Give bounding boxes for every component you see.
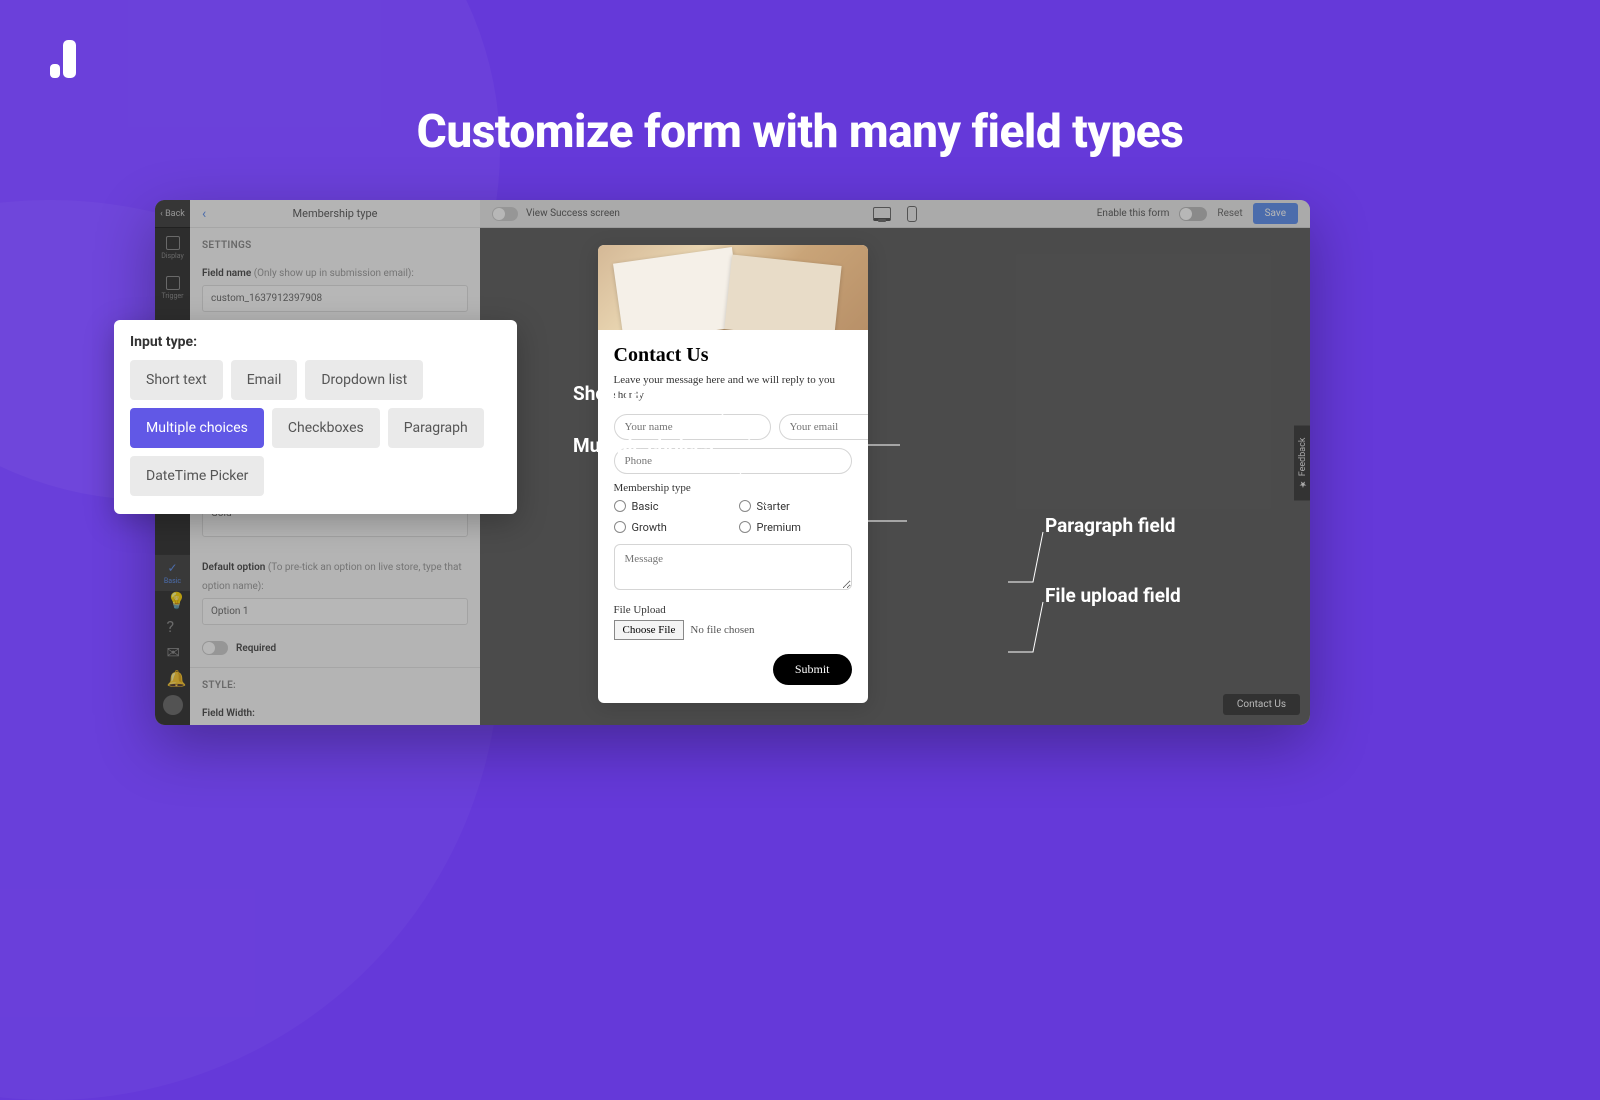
default-option-input[interactable] <box>202 598 468 625</box>
contact-us-tab[interactable]: Contact Us <box>1223 694 1300 715</box>
mobile-icon[interactable] <box>907 206 917 222</box>
field-name-hint: (Only show up in submission email): <box>251 268 414 279</box>
callout-short-text: Short text field <box>573 382 700 405</box>
rail-trigger[interactable]: Trigger <box>155 268 190 308</box>
help-icon[interactable]: ? <box>167 617 179 629</box>
logo <box>50 40 76 78</box>
field-name-label: Field name <box>202 268 251 279</box>
submit-button[interactable]: Submit <box>773 654 852 685</box>
rail-basic-label: Basic <box>164 577 181 585</box>
field-width-label: Field Width: <box>202 708 255 719</box>
radio-growth[interactable]: Growth <box>614 521 727 534</box>
bell-icon[interactable]: 🔔 <box>167 669 179 681</box>
avatar[interactable] <box>163 695 183 715</box>
choose-file-button[interactable]: Choose File <box>614 620 685 640</box>
reset-link[interactable]: Reset <box>1217 208 1242 219</box>
input-type-popup: Input type: Short text Email Dropdown li… <box>114 320 517 514</box>
feedback-tab[interactable]: ★ Feedback <box>1294 425 1310 500</box>
no-file-text: No file chosen <box>690 624 754 636</box>
callout-paragraph: Paragraph field <box>1045 514 1175 537</box>
rail-basic[interactable]: ✓ Basic <box>155 555 190 591</box>
form-title: Contact Us <box>614 344 852 367</box>
type-email[interactable]: Email <box>231 360 298 400</box>
rail-display[interactable]: Display <box>155 228 190 268</box>
hero-title: Customize form with many field types <box>417 105 1184 159</box>
file-upload-label: File Upload <box>614 604 852 616</box>
input-type-label: Input type: <box>130 334 501 350</box>
message-textarea[interactable] <box>614 544 852 590</box>
style-section-label: STYLE: <box>190 668 480 697</box>
desktop-icon[interactable] <box>873 207 891 221</box>
radio-basic[interactable]: Basic <box>614 500 727 513</box>
enable-toggle[interactable] <box>1179 207 1207 221</box>
mail-icon[interactable]: ✉ <box>167 643 179 655</box>
type-paragraph[interactable]: Paragraph <box>388 408 484 448</box>
success-toggle[interactable] <box>492 207 518 221</box>
form-hero-image <box>598 245 868 330</box>
type-checkboxes[interactable]: Checkboxes <box>272 408 380 448</box>
panel-back-icon[interactable]: ‹ <box>202 206 206 222</box>
rail-display-label: Display <box>161 252 184 260</box>
settings-section-label: SETTINGS <box>190 228 480 257</box>
type-short-text[interactable]: Short text <box>130 360 223 400</box>
type-multiple-choices[interactable]: Multiple choices <box>130 408 264 448</box>
default-option-label: Default option <box>202 562 265 573</box>
callout-file-upload: File upload field <box>1045 584 1181 607</box>
field-name-input[interactable] <box>202 285 468 312</box>
callout-multiple-choices: Multiple choices <box>573 434 714 457</box>
rail-trigger-label: Trigger <box>162 292 184 300</box>
success-label: View Success screen <box>526 208 620 219</box>
required-toggle[interactable] <box>202 641 228 655</box>
required-label: Required <box>236 643 276 654</box>
type-dropdown[interactable]: Dropdown list <box>305 360 423 400</box>
enable-label: Enable this form <box>1097 208 1170 219</box>
back-button[interactable]: ‹ Back <box>155 200 190 228</box>
save-button[interactable]: Save <box>1253 203 1298 224</box>
panel-title: Membership type <box>293 207 378 220</box>
bulb-icon[interactable]: 💡 <box>167 591 179 603</box>
type-datetime[interactable]: DateTime Picker <box>130 456 264 496</box>
